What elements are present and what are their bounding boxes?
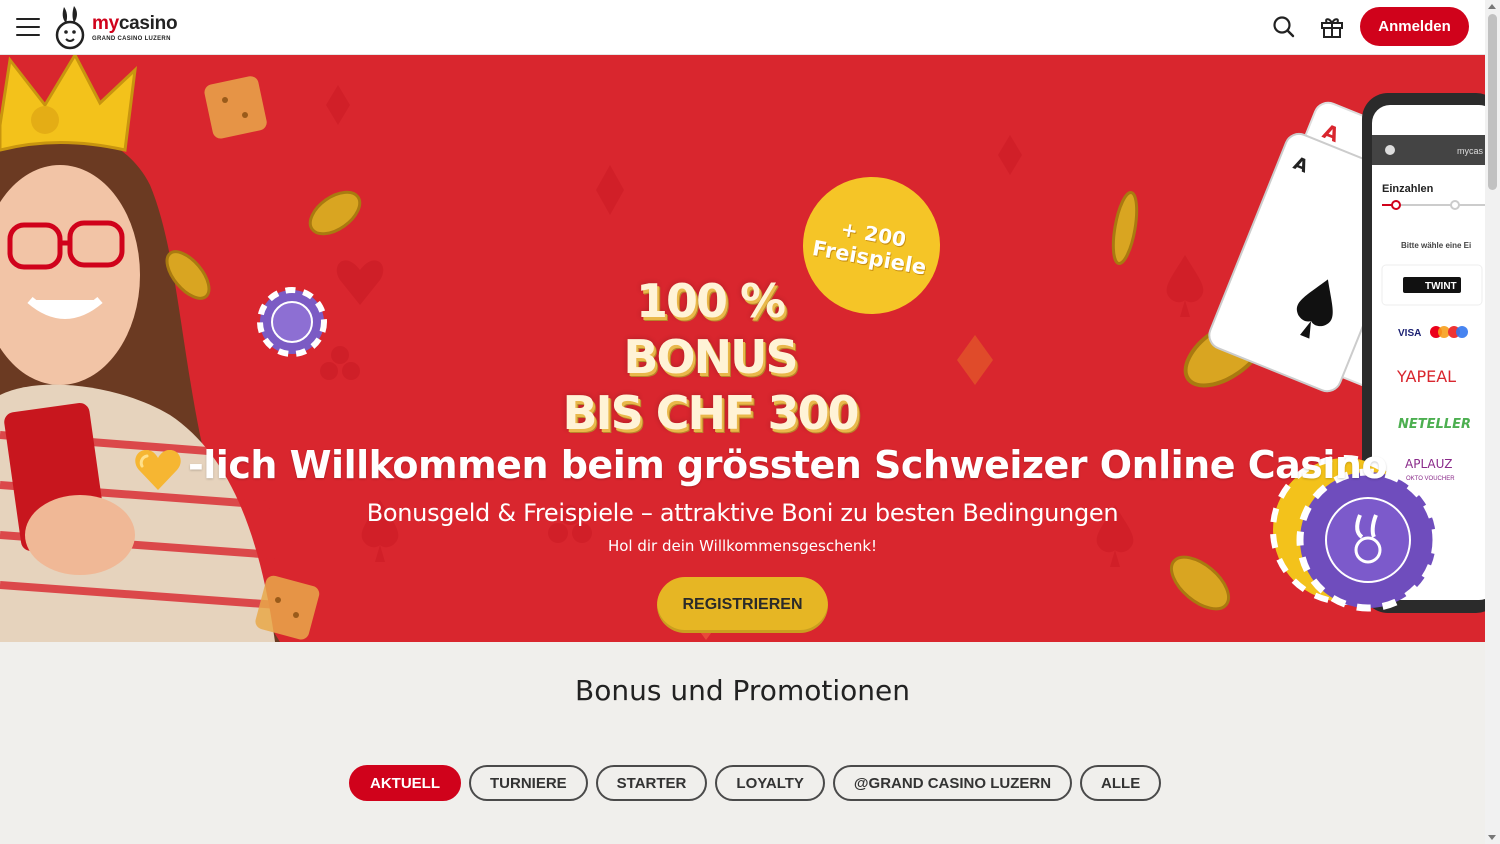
site-logo[interactable]: mycasino GRAND CASINO LUZERN [54, 5, 178, 51]
gold-coin-icon [308, 190, 362, 236]
diamond-suit-icon [596, 165, 624, 215]
promotion-filter-tabs: AKTUELL TURNIERE STARTER LOYALTY @GRAND … [349, 765, 1162, 801]
svg-text:Einzahlen: Einzahlen [1382, 183, 1434, 195]
poker-chip-icon [257, 287, 327, 357]
tab-turniere[interactable]: TURNIERE [469, 765, 588, 801]
svg-text:mycas: mycas [1457, 146, 1484, 156]
svg-text:VISA: VISA [1398, 328, 1421, 339]
club-suit-icon [320, 346, 360, 380]
tab-starter[interactable]: STARTER [595, 765, 708, 801]
bunny-logo-icon [55, 6, 85, 50]
page-scrollbar[interactable] [1485, 0, 1500, 844]
svg-text:Bitte wähle eine Ei: Bitte wähle eine Ei [1401, 241, 1471, 250]
svg-text:NETELLER: NETELLER [1398, 417, 1471, 432]
diamond-suit-icon [326, 85, 350, 125]
welcome-heading: -lich Willkommen beim grössten Schweizer… [188, 443, 1388, 487]
spade-suit-icon [1166, 255, 1204, 317]
gold-coin-icon [1111, 191, 1139, 265]
register-button[interactable]: REGISTRIEREN [657, 577, 828, 633]
heart-suit-icon [336, 260, 384, 305]
gold-coin-icon [1170, 555, 1230, 611]
tab-grand-casino-luzern[interactable]: @GRAND CASINO LUZERN [832, 765, 1073, 801]
tab-alle[interactable]: ALLE [1080, 765, 1162, 801]
hamburger-icon[interactable] [16, 18, 40, 36]
gift-icon[interactable] [1319, 14, 1345, 40]
diamond-suit-icon [957, 335, 993, 385]
svg-text:YAPEAL: YAPEAL [1396, 367, 1456, 386]
tab-aktuell[interactable]: AKTUELL [349, 765, 461, 801]
hero-banner: A A mycas Einzahlen Bitte wähle eine Ei … [0, 55, 1485, 642]
diamond-suit-icon [998, 135, 1022, 175]
svg-text:OKTO VOUCHER: OKTO VOUCHER [1406, 476, 1455, 482]
logo-subtitle: GRAND CASINO LUZERN [92, 36, 171, 42]
scroll-down-arrow-icon[interactable] [1488, 835, 1496, 840]
login-button[interactable]: Anmelden [1360, 7, 1469, 46]
scrollbar-thumb[interactable] [1488, 14, 1497, 190]
logo-wordmark: mycasino [92, 13, 178, 34]
scroll-up-arrow-icon[interactable] [1488, 4, 1496, 9]
bonus-headline: 100 % BONUS BIS CHF 300 [562, 274, 859, 440]
heart-icon [135, 449, 181, 490]
search-icon[interactable] [1271, 14, 1297, 40]
svg-text:TWINT: TWINT [1425, 281, 1457, 292]
site-header: mycasino GRAND CASINO LUZERN Anmelden [0, 0, 1485, 55]
promotions-heading: Bonus und Promotionen [575, 674, 910, 707]
hero-tagline: Hol dir dein Willkommensgeschenk! [607, 537, 878, 555]
svg-text:APLAUZ: APLAUZ [1405, 457, 1452, 471]
dice-icon [204, 76, 267, 139]
tab-loyalty[interactable]: LOYALTY [715, 765, 825, 801]
hero-subtitle: Bonusgeld & Freispiele – attraktive Boni… [366, 499, 1119, 527]
